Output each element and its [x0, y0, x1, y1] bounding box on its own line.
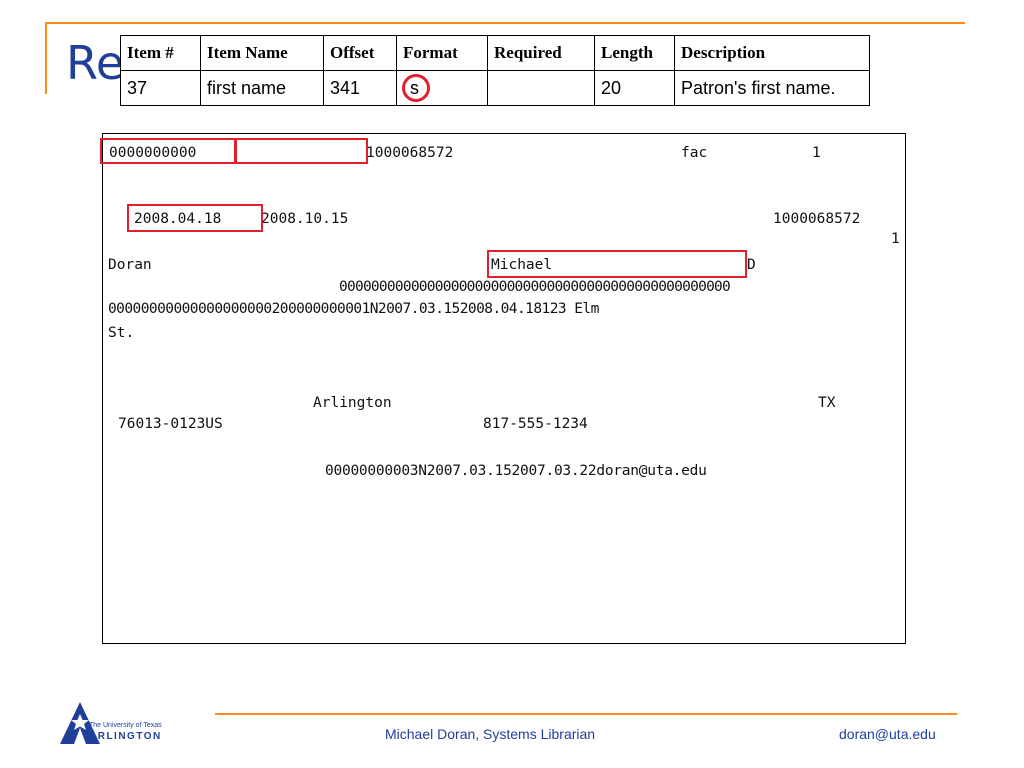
record-phone: 817-555-1234	[483, 416, 588, 432]
record-lastname: Doran	[108, 257, 152, 273]
record-line1-ptype: fac	[681, 145, 708, 161]
record-line2-date2: 2008.10.15	[261, 211, 349, 227]
cell-offset: 341	[323, 70, 397, 106]
record-city: Arlington	[313, 395, 392, 411]
table-header-row: Item # Item Name Offset Format Required …	[120, 35, 870, 71]
cell-length: 20	[594, 70, 675, 106]
header-required: Required	[487, 35, 595, 71]
header-length: Length	[594, 35, 675, 71]
footer-presenter: Michael Doran, Systems Librarian	[385, 726, 596, 742]
logo-university-line: The University of Texas	[89, 722, 162, 729]
slide-title: Re	[66, 36, 125, 90]
record-line5-zeros: 0000000000000000000000000000000000000000…	[339, 279, 731, 295]
header-item-name: Item Name	[200, 35, 324, 71]
cell-description: Patron's first name.	[674, 70, 870, 106]
format-value: s	[410, 77, 419, 98]
header-format: Format	[396, 35, 488, 71]
record-zip-country: 76013-0123US	[118, 416, 223, 432]
header-item-number: Item #	[120, 35, 201, 71]
record-state: TX	[818, 395, 836, 411]
top-accent-rule	[45, 22, 965, 24]
record-line10: 00000000003N2007.03.152007.03.22doran@ut…	[325, 463, 707, 479]
record-middle-initial: D	[747, 257, 756, 273]
highlight-box-date	[127, 204, 263, 232]
highlight-box-first-name	[487, 250, 747, 278]
field-spec-table: Item # Item Name Offset Format Required …	[120, 35, 870, 106]
record-line1-count: 1	[812, 145, 821, 161]
footer-email: doran@uta.edu	[839, 726, 936, 742]
highlight-box-blank-field	[234, 138, 368, 164]
cell-required	[487, 70, 595, 106]
table-row: 37 first name 341 s 20 Patron's first na…	[120, 70, 870, 106]
record-line1-id: 1000068572	[366, 145, 454, 161]
cell-format: s	[396, 70, 488, 106]
patron-record-display: 0000000000 1000068572 fac 1 2008.04.18 2…	[100, 133, 906, 644]
logo-arlington-line: ARLINGTON	[89, 731, 162, 742]
highlight-box-zeros	[100, 138, 237, 164]
header-offset: Offset	[323, 35, 397, 71]
cell-item-name: first name	[200, 70, 324, 106]
record-line6: 00000000000000000000200000000001N2007.03…	[108, 301, 599, 317]
header-description: Description	[674, 35, 870, 71]
record-line2-id: 1000068572	[773, 211, 861, 227]
record-line7: St.	[108, 325, 135, 341]
left-accent-rule	[45, 22, 47, 94]
footer-rule	[215, 713, 957, 715]
record-line3: 1	[891, 231, 900, 247]
cell-item-number: 37	[120, 70, 201, 106]
